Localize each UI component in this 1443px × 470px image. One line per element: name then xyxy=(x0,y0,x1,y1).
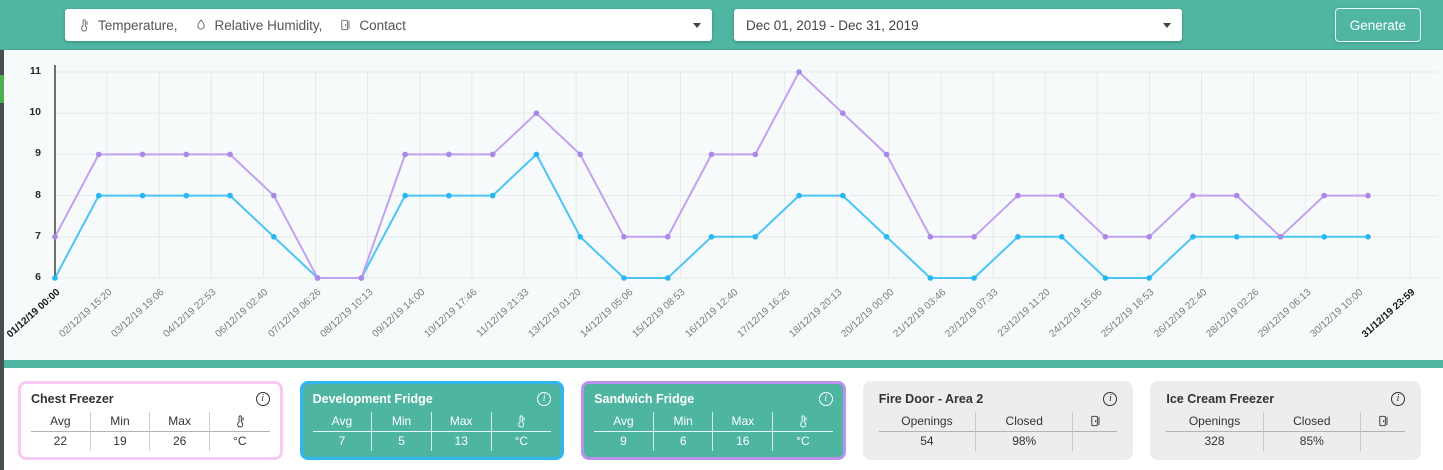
info-icon[interactable] xyxy=(256,392,270,406)
card-title: Fire Door - Area 2 xyxy=(879,392,983,406)
stat-column-header: Avg xyxy=(31,412,91,432)
sensor-item-label: Temperature, xyxy=(98,18,178,33)
device-cards-row: Chest Freezer AvgMinMax 221926°C Develop… xyxy=(0,368,1443,460)
stat-value xyxy=(1073,432,1117,451)
y-tick-label: 8 xyxy=(0,189,48,201)
card-stats-table: OpeningsClosed 32885% xyxy=(1166,412,1405,451)
stat-value: 22 xyxy=(31,432,91,451)
card-title: Chest Freezer xyxy=(31,392,114,406)
card-header: Sandwich Fridge xyxy=(594,390,833,408)
stat-column-header: Max xyxy=(150,412,210,432)
stat-column-header: Avg xyxy=(594,412,654,432)
device-card[interactable]: Chest Freezer AvgMinMax 221926°C xyxy=(18,381,283,460)
divider-band xyxy=(0,360,1443,368)
sensor-item-label: Contact xyxy=(359,18,406,33)
stat-column-header: Closed xyxy=(976,412,1073,432)
date-range-value: Dec 01, 2019 - Dec 31, 2019 xyxy=(746,18,919,33)
door-icon xyxy=(338,18,352,32)
sensor-item: Contact xyxy=(338,18,406,33)
card-header: Development Fridge xyxy=(313,390,552,408)
device-card[interactable]: Sandwich Fridge AvgMinMax 9616°C xyxy=(581,381,846,460)
thermometer-icon xyxy=(773,412,833,432)
thermometer-icon xyxy=(492,412,552,432)
stat-column-header: Min xyxy=(91,412,151,432)
stat-value: 13 xyxy=(432,432,492,451)
card-title: Development Fridge xyxy=(313,392,433,406)
y-tick-label: 6 xyxy=(0,271,48,283)
device-card[interactable]: Development Fridge AvgMinMax 7513°C xyxy=(300,381,565,460)
scrollbar-thumb[interactable] xyxy=(0,75,4,103)
device-card[interactable]: Fire Door - Area 2 OpeningsClosed 5498% xyxy=(863,381,1134,460)
card-stats-table: AvgMinMax 7513°C xyxy=(313,412,552,451)
stat-value: 98% xyxy=(976,432,1073,451)
stat-column-header: Openings xyxy=(1166,412,1263,432)
stat-value: 16 xyxy=(713,432,773,451)
door-icon xyxy=(1073,412,1117,432)
date-range-select[interactable]: Dec 01, 2019 - Dec 31, 2019 xyxy=(734,9,1182,41)
line-chart: 67891011 01/12/19 00:0002/12/19 15:2003/… xyxy=(0,50,1443,360)
card-header: Chest Freezer xyxy=(31,390,270,408)
stat-value: 19 xyxy=(91,432,151,451)
card-header: Fire Door - Area 2 xyxy=(879,390,1118,408)
stat-value: 6 xyxy=(654,432,714,451)
thermometer-icon xyxy=(77,18,91,32)
stat-column-header: Openings xyxy=(879,412,976,432)
stat-column-header: Min xyxy=(372,412,432,432)
stat-value: 5 xyxy=(372,432,432,451)
info-icon[interactable] xyxy=(1103,392,1117,406)
card-stats-table: OpeningsClosed 5498% xyxy=(879,412,1118,451)
stat-column-header: Max xyxy=(432,412,492,432)
card-stats-table: AvgMinMax 221926°C xyxy=(31,412,270,451)
card-header: Ice Cream Freezer xyxy=(1166,390,1405,408)
chevron-down-icon xyxy=(693,23,701,28)
sensor-type-select[interactable]: Temperature, Relative Humidity, Contact xyxy=(65,9,712,41)
stat-value: 26 xyxy=(150,432,210,451)
sensor-item-label: Relative Humidity, xyxy=(215,18,323,33)
y-tick-label: 7 xyxy=(0,230,48,242)
info-icon[interactable] xyxy=(819,392,833,406)
y-tick-label: 10 xyxy=(0,106,48,118)
card-title: Ice Cream Freezer xyxy=(1166,392,1274,406)
stat-value xyxy=(1361,432,1405,451)
card-stats-table: AvgMinMax 9616°C xyxy=(594,412,833,451)
info-icon[interactable] xyxy=(537,392,551,406)
stat-value: 7 xyxy=(313,432,373,451)
info-icon[interactable] xyxy=(1391,392,1405,406)
left-scrollbar[interactable] xyxy=(0,50,4,470)
stat-column-header: Closed xyxy=(1264,412,1361,432)
generate-button[interactable]: Generate xyxy=(1335,8,1421,42)
droplet-icon xyxy=(194,18,208,32)
card-title: Sandwich Fridge xyxy=(594,392,694,406)
stat-value: °C xyxy=(773,432,833,451)
stat-column-header: Min xyxy=(654,412,714,432)
stat-value: 85% xyxy=(1264,432,1361,451)
stat-value: °C xyxy=(210,432,270,451)
stat-value: 9 xyxy=(594,432,654,451)
sensor-item: Temperature, xyxy=(77,18,178,33)
toolbar: Temperature, Relative Humidity, Contact … xyxy=(0,0,1443,50)
stat-column-header: Avg xyxy=(313,412,373,432)
device-card[interactable]: Ice Cream Freezer OpeningsClosed 32885% xyxy=(1150,381,1421,460)
sensor-item: Relative Humidity, xyxy=(194,18,323,33)
stat-column-header: Max xyxy=(713,412,773,432)
stat-value: 328 xyxy=(1166,432,1263,451)
thermometer-icon xyxy=(210,412,270,432)
chevron-down-icon xyxy=(1163,23,1171,28)
stat-value: °C xyxy=(492,432,552,451)
monitoring-report-page: Temperature, Relative Humidity, Contact … xyxy=(0,0,1443,470)
door-icon xyxy=(1361,412,1405,432)
sensor-select-value: Temperature, Relative Humidity, Contact xyxy=(77,18,422,33)
stat-value: 54 xyxy=(879,432,976,451)
y-tick-label: 9 xyxy=(0,147,48,159)
y-tick-label: 11 xyxy=(0,65,48,77)
